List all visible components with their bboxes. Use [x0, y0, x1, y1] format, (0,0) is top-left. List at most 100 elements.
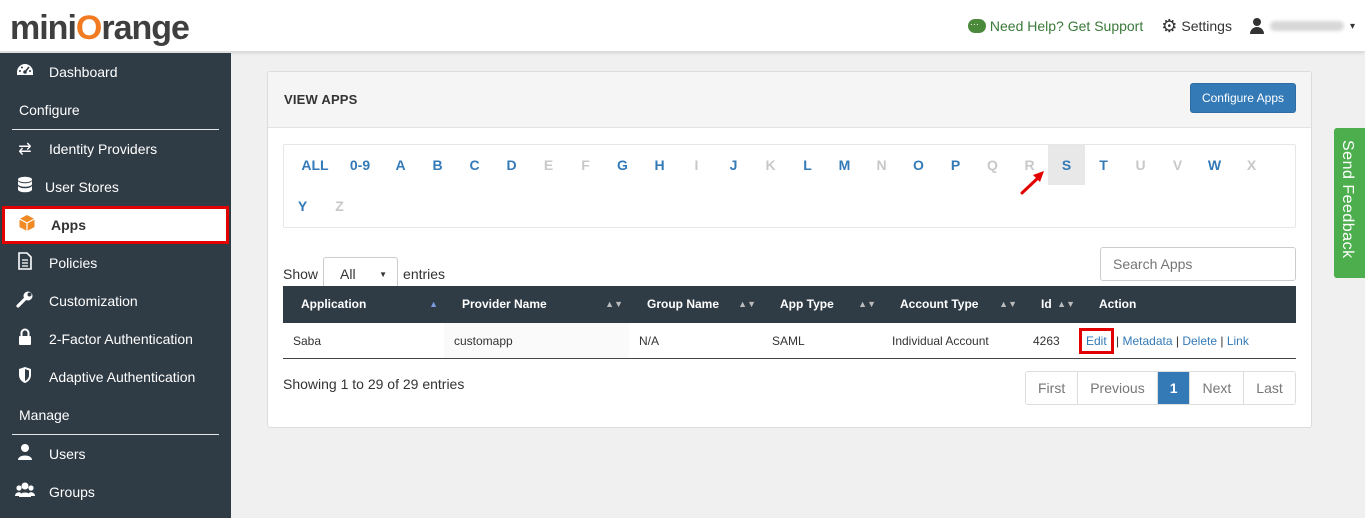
logo-text-right: range [101, 9, 190, 47]
settings-link[interactable]: ⚙ Settings [1161, 17, 1232, 35]
sidebar-item-label: 2-Factor Authentication [49, 331, 193, 347]
user-menu[interactable]: ▾ [1249, 18, 1355, 34]
sidebar-item-label: Groups [49, 484, 95, 500]
cube-icon [16, 214, 38, 237]
pagination: First Previous 1 Next Last [1025, 371, 1296, 405]
gear-icon: ⚙ [1161, 16, 1178, 36]
cell-group: N/A [639, 334, 660, 348]
alpha-filter-c[interactable]: C [456, 145, 493, 185]
alpha-filter-s[interactable]: S [1048, 145, 1085, 185]
alpha-filter-a[interactable]: A [382, 145, 419, 185]
pager-previous[interactable]: Previous [1078, 372, 1158, 404]
alphabet-filter: ALL 0-9 A B C D E F G H I J K L M N O P Q R S T U V W X Y Z [283, 144, 1296, 228]
pager-next[interactable]: Next [1190, 372, 1245, 404]
sidebar-item-groups[interactable]: Groups [0, 473, 231, 511]
th-id[interactable]: Id ▲▼ [1023, 286, 1081, 323]
sidebar-item-adaptive-auth[interactable]: Adaptive Authentication [0, 358, 231, 396]
miniorange-logo[interactable]: miniOrange [10, 8, 190, 48]
logo-o: O [75, 9, 102, 47]
shield-icon [14, 366, 36, 389]
edit-link[interactable]: Edit [1079, 328, 1114, 354]
send-feedback-tab[interactable]: Send Feedback [1334, 128, 1365, 278]
sidebar-item-policies[interactable]: Policies [0, 244, 231, 282]
caret-down-icon: ▼ [379, 269, 388, 279]
alpha-filter-j[interactable]: J [715, 145, 752, 185]
configure-apps-button[interactable]: Configure Apps [1189, 83, 1296, 113]
cell-actions: Edit | Metadata | Delete | Link [1071, 323, 1296, 358]
sidebar-item-label: Adaptive Authentication [49, 369, 196, 385]
sidebar-item-label: Customization [49, 293, 138, 309]
th-app-type[interactable]: App Type ▲▼ [762, 286, 882, 323]
alpha-filter-o[interactable]: O [900, 145, 937, 185]
th-label: Group Name [647, 297, 720, 311]
sidebar-item-dashboard[interactable]: Dashboard [0, 53, 231, 91]
alpha-filter-m[interactable]: M [826, 145, 863, 185]
alpha-filter-e: E [543, 157, 554, 173]
sidebar-item-label: Users [49, 446, 86, 462]
sidebar-item-label: Policies [49, 255, 98, 271]
alpha-filter-x: X [1246, 157, 1257, 173]
cell-id: 4263 [1033, 334, 1060, 348]
th-group-name[interactable]: Group Name ▲▼ [629, 286, 762, 323]
alpha-filter-y[interactable]: Y [284, 186, 321, 226]
metadata-link[interactable]: Metadata [1122, 334, 1172, 348]
alpha-filter-v: V [1172, 157, 1183, 173]
cell-application: Saba [283, 323, 444, 358]
help-label: Need Help? Get Support [989, 18, 1144, 34]
alpha-filter-w[interactable]: W [1196, 145, 1233, 185]
sidebar: Dashboard Configure ⇄ Identity Providers… [0, 53, 231, 518]
cell-provider: customapp [444, 323, 629, 358]
user-icon [14, 443, 36, 466]
chat-bubble-icon [967, 17, 986, 33]
sidebar-item-users[interactable]: Users [0, 435, 231, 473]
top-bar: miniOrange Need Help? Get Support ⚙ Sett… [0, 0, 1365, 52]
users-icon [14, 481, 36, 504]
annotation-arrow-icon [1020, 171, 1044, 195]
pager-page-1[interactable]: 1 [1157, 372, 1191, 404]
sort-icon: ▲▼ [858, 299, 876, 309]
lock-icon [14, 328, 36, 351]
exchange-icon: ⇄ [18, 141, 32, 158]
th-application[interactable]: Application ▲ [283, 286, 444, 323]
apps-table: Application ▲ Provider Name ▲▼ Group Name ▲… [283, 286, 1296, 359]
wrench-icon [14, 290, 36, 313]
entries-select-value: All [340, 266, 356, 282]
alpha-filter-t[interactable]: T [1085, 145, 1122, 185]
entries-label: entries [403, 266, 446, 282]
sidebar-item-identity-providers[interactable]: ⇄ Identity Providers [0, 130, 231, 168]
sidebar-item-apps[interactable]: Apps [2, 206, 229, 244]
alpha-filter-u: U [1135, 157, 1146, 173]
alpha-filter-g[interactable]: G [604, 145, 641, 185]
sidebar-item-2fa[interactable]: 2-Factor Authentication [0, 320, 231, 358]
th-provider-name[interactable]: Provider Name ▲▼ [444, 286, 629, 323]
pager-last[interactable]: Last [1244, 372, 1295, 404]
alpha-filter-0-9[interactable]: 0-9 [338, 145, 382, 185]
sort-icon: ▲▼ [1057, 299, 1075, 309]
th-account-type[interactable]: Account Type ▲▼ [882, 286, 1023, 323]
chevron-down-icon: ▾ [1349, 20, 1355, 32]
alpha-filter-p[interactable]: P [937, 145, 974, 185]
th-label: App Type [780, 297, 834, 311]
panel-header: VIEW APPS Configure Apps [268, 72, 1311, 128]
sort-icon: ▲▼ [738, 299, 756, 309]
dashboard-icon [14, 62, 36, 83]
delete-link[interactable]: Delete [1182, 334, 1217, 348]
alpha-filter-all[interactable]: ALL [292, 145, 338, 185]
cell-app-type: SAML [772, 334, 805, 348]
sort-asc-icon: ▲ [429, 299, 438, 309]
sidebar-item-label: User Stores [45, 179, 119, 195]
sidebar-item-customization[interactable]: Customization [0, 282, 231, 320]
help-link[interactable]: Need Help? Get Support [967, 17, 1144, 34]
pager-first[interactable]: First [1026, 372, 1079, 404]
sidebar-item-user-stores[interactable]: User Stores [0, 168, 231, 206]
alpha-filter-d[interactable]: D [493, 145, 530, 185]
alpha-filter-l[interactable]: L [789, 145, 826, 185]
alpha-filter-h[interactable]: H [641, 145, 678, 185]
link-link[interactable]: Link [1227, 334, 1249, 348]
database-icon [14, 176, 36, 199]
alpha-filter-q: Q [987, 157, 998, 173]
alpha-filter-b[interactable]: B [419, 145, 456, 185]
cell-account-type: Individual Account [892, 334, 989, 348]
show-label: Show [283, 266, 319, 282]
search-apps-input[interactable] [1100, 247, 1296, 281]
